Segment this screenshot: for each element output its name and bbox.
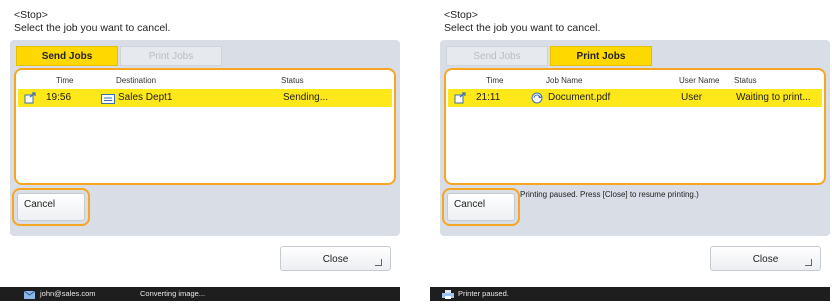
column-time: Time (56, 76, 74, 85)
stop-title: <Stop> (444, 9, 478, 21)
waiting-icon (531, 92, 543, 111)
cancel-highlight: Cancel (12, 188, 90, 226)
row-time: 21:11 (476, 92, 501, 103)
stop-title: <Stop> (14, 9, 48, 21)
column-status: Status (281, 76, 304, 85)
column-status: Status (734, 76, 757, 85)
close-label: Close (322, 254, 349, 265)
print-job-icon (454, 92, 467, 111)
printing-paused-message: Printing paused. Press [Close] to resume… (520, 190, 699, 199)
job-tabs: Send Jobs Print Jobs (16, 46, 224, 66)
row-user-name: User (681, 92, 703, 103)
row-job-name: Document.pdf (548, 92, 611, 103)
row-destination: Sales Dept1 (118, 92, 173, 103)
status-bar: Printer paused. (430, 287, 830, 301)
job-panel: Send Jobs Print Jobs Time Destination St… (10, 40, 400, 236)
column-user-name: User Name (679, 76, 720, 85)
status-message: Printer paused. (458, 289, 509, 298)
heading: <Stop> Select the job you want to cancel… (444, 9, 600, 35)
cancel-button[interactable]: Cancel (447, 193, 515, 221)
tab-print-jobs[interactable]: Print Jobs (120, 46, 222, 66)
column-destination: Destination (116, 76, 157, 85)
fax-destination-icon (101, 93, 115, 111)
cancel-highlight: Cancel (442, 188, 520, 226)
job-list: Time Destination Status 19:56 Sales Dept… (14, 68, 396, 185)
instruction-text: Select the job you want to cancel. (444, 22, 601, 34)
corner-arrow-icon (375, 259, 382, 266)
column-job-name: Job Name (546, 76, 583, 85)
instruction-text: Select the job you want to cancel. (14, 22, 171, 34)
list-header: Time Job Name User Name Status (446, 74, 824, 88)
row-status: Waiting to print... (736, 92, 811, 103)
email-icon (23, 290, 36, 304)
job-panel: Send Jobs Print Jobs Time Job Name User … (440, 40, 830, 236)
corner-arrow-icon (805, 259, 812, 266)
job-tabs: Send Jobs Print Jobs (446, 46, 654, 66)
tab-send-jobs[interactable]: Send Jobs (16, 46, 118, 66)
list-header: Time Destination Status (16, 74, 394, 88)
tab-send-jobs[interactable]: Send Jobs (446, 46, 548, 66)
send-jobs-screen: <Stop> Select the job you want to cancel… (0, 0, 400, 301)
tab-print-jobs[interactable]: Print Jobs (550, 46, 652, 66)
row-status: Sending... (283, 92, 329, 103)
close-button[interactable]: Close (280, 246, 391, 271)
close-button[interactable]: Close (710, 246, 821, 271)
column-time: Time (486, 76, 504, 85)
table-row[interactable]: 21:11 Document.pdf User Waiting to print… (448, 89, 822, 107)
cancel-button[interactable]: Cancel (17, 193, 85, 221)
row-time: 19:56 (46, 92, 72, 103)
printer-icon (442, 290, 454, 304)
status-bar: john@sales.com Converting image... (0, 287, 400, 301)
print-jobs-screen: <Stop> Select the job you want to cancel… (430, 0, 830, 301)
status-message: Converting image... (140, 289, 206, 298)
send-job-icon (24, 92, 37, 111)
heading: <Stop> Select the job you want to cancel… (14, 9, 170, 35)
table-row[interactable]: 19:56 Sales Dept1 Sending... (18, 89, 392, 107)
job-list: Time Job Name User Name Status 21:11 Doc… (444, 68, 826, 185)
close-label: Close (752, 254, 779, 265)
status-email: john@sales.com (40, 289, 96, 298)
